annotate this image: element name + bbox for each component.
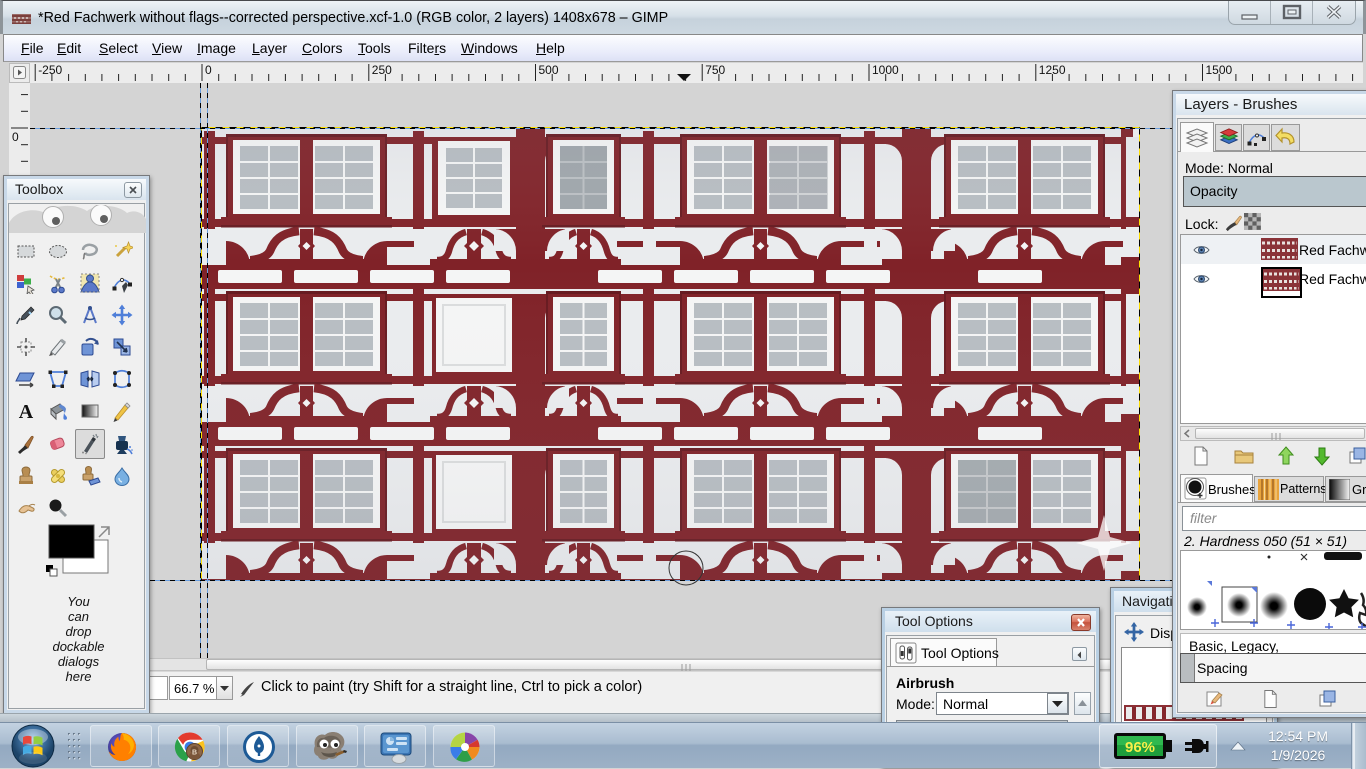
svg-text:1500: 1500 (1206, 63, 1233, 77)
svg-text:1250: 1250 (1039, 63, 1066, 77)
svg-text:B: B (192, 750, 197, 757)
svg-text:1000: 1000 (872, 63, 899, 77)
svg-text:96%: 96% (1125, 739, 1155, 756)
svg-text:0: 0 (205, 63, 212, 77)
svg-text:A: A (19, 401, 34, 422)
svg-text:0: 0 (12, 130, 19, 144)
svg-text:-250: -250 (38, 63, 62, 77)
svg-text:500: 500 (539, 63, 559, 77)
svg-text:750: 750 (705, 63, 725, 77)
svg-text:250: 250 (372, 63, 392, 77)
